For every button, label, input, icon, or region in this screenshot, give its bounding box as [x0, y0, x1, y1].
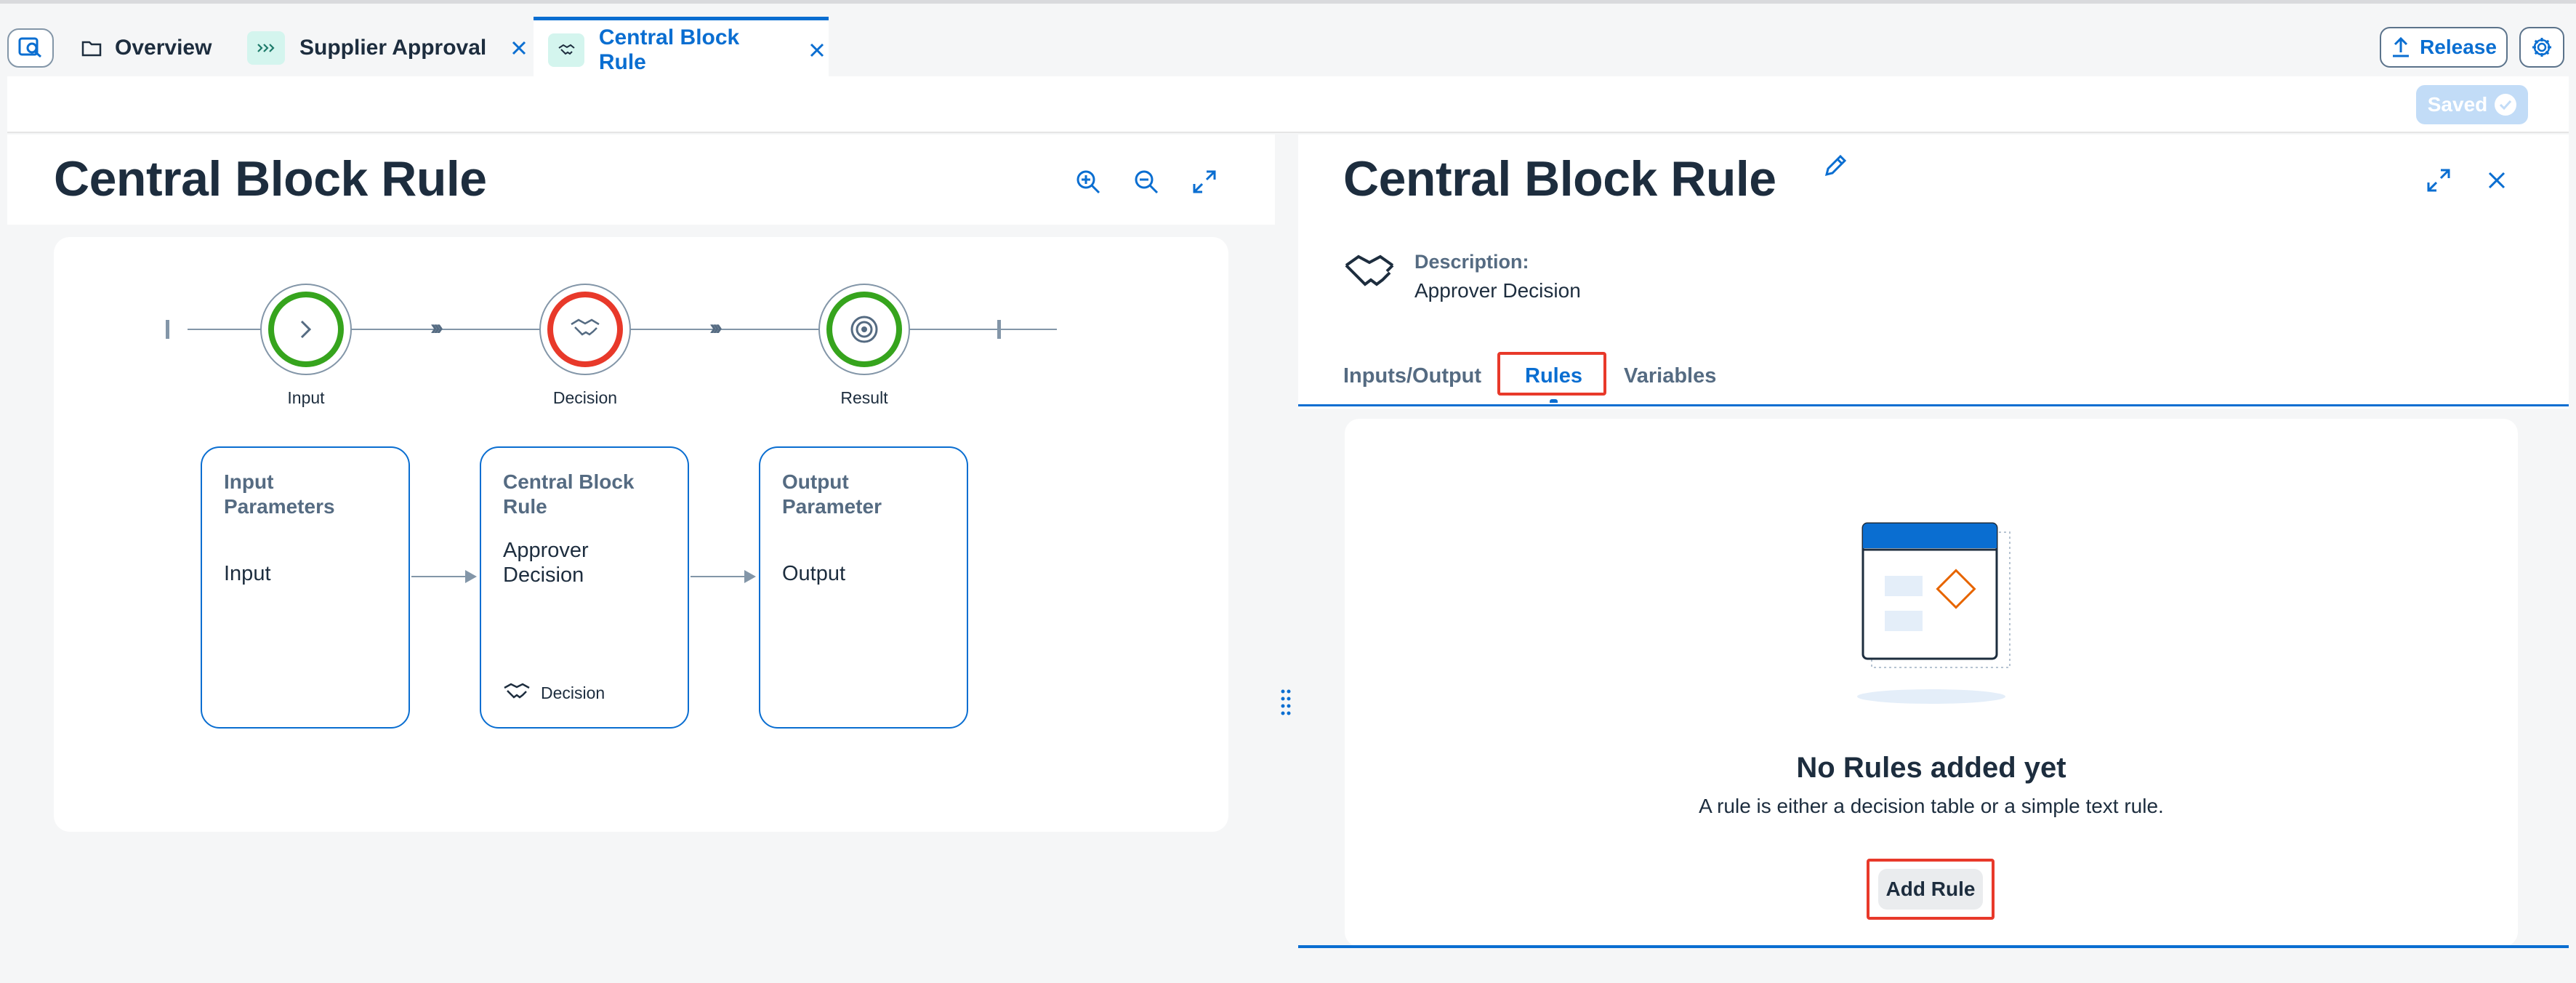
folder-icon [81, 39, 102, 57]
chevrons-icon: ››› [430, 316, 443, 340]
result-node[interactable] [818, 284, 910, 375]
fullscreen-icon [2427, 169, 2450, 192]
release-label: Release [2420, 36, 2497, 58]
description-value: Approver Decision [1414, 279, 1581, 302]
card-header: Output Parameter [782, 470, 882, 518]
output-parameter-card[interactable]: Output Parameter Output [759, 446, 968, 729]
flow-arrow [691, 570, 756, 583]
empty-state-text: A rule is either a decision table or a s… [1699, 795, 2164, 817]
decision-node[interactable] [539, 284, 631, 375]
settings-button[interactable] [2519, 27, 2564, 68]
rule-details-panel: Central Block Rule Description: Approver… [1298, 135, 2569, 949]
grip-icon[interactable] [1279, 688, 1292, 717]
fullscreen-button[interactable] [1188, 165, 1221, 198]
chevrons-icon: ››› [709, 316, 723, 340]
card-value: Approver Decision [503, 539, 589, 587]
input-parameters-card[interactable]: Input Parameters Input [201, 446, 410, 729]
fullscreen-icon [1193, 170, 1216, 193]
upload-icon [2393, 36, 2410, 57]
flow-start-marker [166, 320, 169, 339]
edit-icon [1824, 154, 1847, 177]
description: Description: Approver Decision [1343, 251, 1581, 302]
card-value: Output [782, 562, 846, 585]
input-node-label: Input [287, 388, 325, 407]
handshake-icon [504, 683, 530, 699]
release-button[interactable]: Release [2380, 27, 2508, 68]
fullscreen-button[interactable] [2422, 164, 2455, 197]
tab-central-block-rule-label: Central Block Rule [598, 25, 740, 74]
empty-state-card: No Rules added yet A rule is either a de… [1345, 419, 2518, 947]
close-button[interactable] [2480, 164, 2513, 197]
rule-flow-canvas: Input ››› Decision ››› Result Input Para… [54, 237, 1228, 832]
save-bar: Saved [7, 76, 2569, 133]
target-icon [850, 316, 878, 343]
saved-label: Saved [2427, 93, 2488, 116]
zoom-out-icon [1135, 170, 1159, 194]
input-node[interactable] [260, 284, 352, 375]
panel-title: Central Block Rule [1343, 151, 1776, 206]
search-doc-button[interactable] [7, 28, 54, 68]
tab-overview[interactable]: Overview [81, 17, 212, 79]
zoom-in-button[interactable] [1071, 165, 1105, 198]
flow-end-marker [997, 320, 1001, 339]
tab-variables[interactable]: Variables [1624, 364, 1716, 388]
rules-tab-highlight [1497, 352, 1606, 396]
empty-state-title: No Rules added yet [1796, 752, 2066, 784]
card-header: Central Block Rule [503, 470, 635, 518]
tab-bar: Overview Supplier Approval Central Block… [0, 4, 2576, 79]
saved-indicator: Saved [2416, 85, 2528, 124]
rule-tabs: Inputs/Output Rules Variables [1298, 354, 2569, 406]
decision-node-label: Decision [552, 388, 618, 407]
result-node-label: Result [840, 388, 888, 407]
add-rule-highlight [1867, 859, 1995, 920]
panel-bottom-border [1298, 945, 2569, 948]
tab-supplier-approval-label: Supplier Approval [299, 36, 487, 60]
rules-body: No Rules added yet A rule is either a de… [1298, 409, 2569, 949]
chevron-right-icon [300, 320, 312, 339]
chevrons-icon [247, 31, 285, 65]
empty-table-illustration [1857, 522, 2011, 704]
flow-arrow [411, 570, 477, 583]
close-icon[interactable] [805, 38, 829, 63]
close-icon [2488, 172, 2505, 189]
zoom-out-button[interactable] [1130, 165, 1163, 198]
handshake-icon [571, 318, 600, 336]
page-title: Central Block Rule [54, 151, 487, 206]
tab-central-block-rule[interactable]: Central Block Rule [534, 17, 829, 79]
search-doc-icon [18, 37, 41, 58]
close-icon[interactable] [507, 36, 531, 60]
card-footer: Decision [503, 682, 605, 704]
handshake-icon [548, 33, 584, 67]
handshake-icon [1345, 254, 1394, 286]
card-header: Input Parameters [224, 470, 335, 518]
card-footer-label: Decision [541, 683, 605, 702]
edit-button[interactable] [1823, 153, 1848, 182]
tab-inputs-output[interactable]: Inputs/Output [1343, 364, 1481, 388]
description-label: Description: [1414, 251, 1529, 273]
left-pane-header: Central Block Rule [7, 135, 1275, 225]
check-icon [2495, 94, 2517, 116]
card-value: Input [224, 562, 271, 585]
tab-supplier-approval[interactable]: Supplier Approval [247, 17, 531, 79]
gear-icon [2532, 38, 2551, 57]
tab-overview-label: Overview [115, 36, 212, 60]
central-block-rule-card[interactable]: Central Block Rule Approver Decision Dec… [480, 446, 689, 729]
zoom-in-icon [1076, 170, 1100, 194]
